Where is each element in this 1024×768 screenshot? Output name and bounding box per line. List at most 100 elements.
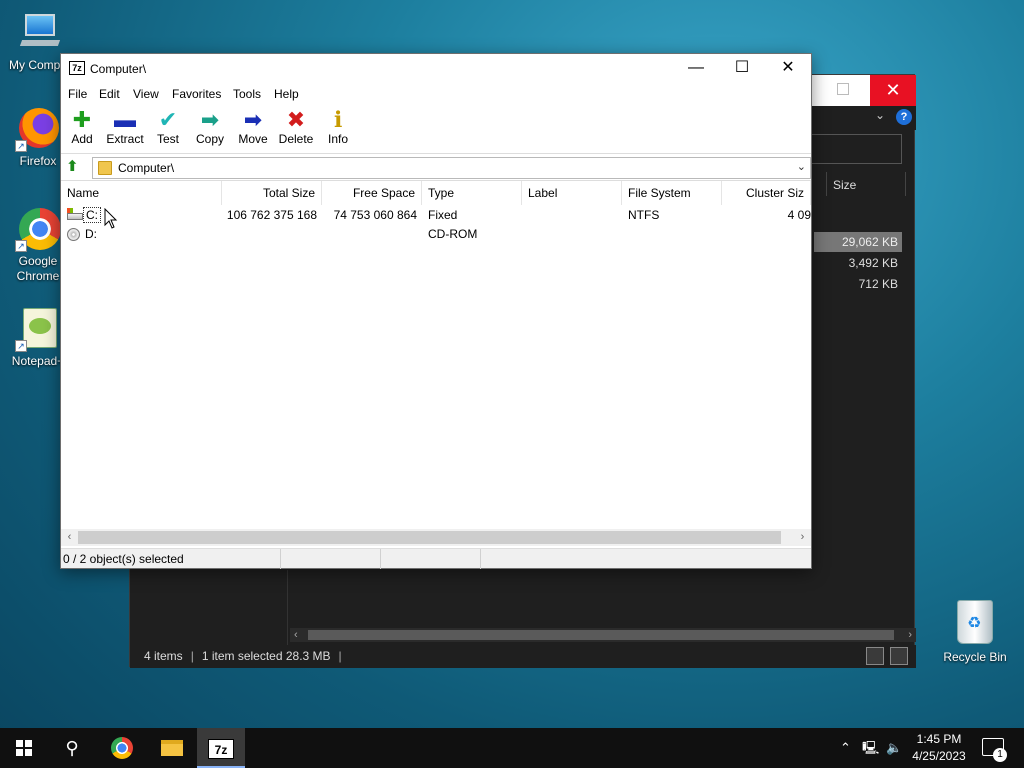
column-cluster-size[interactable]: Cluster Siz xyxy=(722,181,811,205)
table-row[interactable]: C: 106 762 375 168 74 753 060 864 Fixed … xyxy=(61,206,811,225)
info-icon: ℹ xyxy=(333,107,343,132)
scroll-left-icon[interactable]: ‹ xyxy=(61,529,78,546)
test-label: Test xyxy=(156,132,179,146)
cell-cluster-size: 4 09 xyxy=(787,208,811,222)
address-combobox[interactable]: Computer\ ⌄ xyxy=(92,157,811,179)
minimize-button[interactable]: — xyxy=(673,54,719,84)
menu-favorites[interactable]: Favorites xyxy=(172,87,221,101)
chevron-down-icon[interactable]: ⌄ xyxy=(797,160,806,173)
menu-file[interactable]: File xyxy=(68,87,87,101)
folder-up-icon[interactable]: ⬆ xyxy=(66,159,82,175)
scroll-thumb[interactable] xyxy=(78,531,781,544)
show-hidden-icons-icon[interactable]: ⌃ xyxy=(840,728,851,768)
hard-drive-icon xyxy=(67,208,83,220)
cell-total-size: 106 762 375 168 xyxy=(226,208,317,222)
bg-column-size[interactable]: Size xyxy=(826,172,906,196)
table-row[interactable]: D: CD-ROM xyxy=(61,225,811,244)
move-button[interactable]: ➡ Move xyxy=(236,107,270,147)
help-icon[interactable]: ? xyxy=(896,109,912,125)
scroll-right-icon[interactable]: › xyxy=(794,529,811,546)
move-icon: ➡ xyxy=(243,107,263,132)
menu-help[interactable]: Help xyxy=(274,87,299,101)
taskbar-chrome[interactable] xyxy=(98,728,146,768)
chevron-down-icon[interactable]: ⌄ xyxy=(875,108,885,122)
cell-name: C: xyxy=(83,206,101,225)
scroll-right-icon[interactable]: › xyxy=(908,628,912,642)
system-clock[interactable]: 1:45 PM 4/25/2023 xyxy=(906,731,972,765)
info-label: Info xyxy=(327,132,348,146)
bg-navigation-pane xyxy=(130,570,288,648)
cell-free-space: 74 753 060 864 xyxy=(333,208,417,222)
bg-size-cell[interactable]: 29,062 KB xyxy=(814,232,902,252)
notepadpp-icon: ↗ xyxy=(15,306,61,352)
file-explorer-icon xyxy=(161,740,183,756)
column-name[interactable]: Name xyxy=(61,181,222,205)
windows-logo-icon xyxy=(16,740,32,756)
address-bar-row: ⬆ Computer\ ⌄ xyxy=(61,155,811,181)
7zip-window[interactable]: 7z Computer\ — ☐ ✕ File Edit View Favori… xyxy=(60,53,812,569)
horizontal-scrollbar[interactable]: ‹ › xyxy=(61,529,811,546)
cell-type: CD-ROM xyxy=(428,227,478,241)
network-icon[interactable]: 🖳 xyxy=(862,728,879,768)
bg-status-selected: 1 item selected 28.3 MB xyxy=(201,649,331,663)
7zip-icon: 7z xyxy=(208,739,234,759)
test-button[interactable]: ✔ Test xyxy=(153,108,183,147)
menu-tools[interactable]: Tools xyxy=(233,87,261,101)
status-cell-empty xyxy=(381,549,481,569)
start-button[interactable] xyxy=(0,728,48,768)
bg-horizontal-scrollbar[interactable]: ‹ › xyxy=(290,628,916,642)
copy-icon: ➡ xyxy=(200,107,220,132)
details-view-icon[interactable] xyxy=(866,647,884,665)
bg-close-button[interactable]: ✕ xyxy=(870,75,916,106)
bg-size-cell[interactable]: 712 KB xyxy=(814,274,902,294)
chrome-icon: ↗ xyxy=(15,206,61,252)
status-bar: 0 / 2 object(s) selected xyxy=(61,548,811,569)
column-file-system[interactable]: File System xyxy=(622,181,722,205)
add-label: Add xyxy=(71,132,93,146)
notification-count-badge: 1 xyxy=(993,748,1007,762)
status-cell-empty xyxy=(281,549,381,569)
info-button[interactable]: ℹ Info xyxy=(325,107,351,147)
shortcut-arrow-icon: ↗ xyxy=(15,140,27,152)
clock-time: 1:45 PM xyxy=(916,732,962,746)
7zip-app-icon: 7z xyxy=(69,61,85,75)
titlebar[interactable]: 7z Computer\ — ☐ ✕ xyxy=(61,54,811,84)
desktop-icon-label: Recycle Bin xyxy=(943,650,1007,664)
extract-icon: ▬ xyxy=(114,107,136,132)
desktop-icon-recycle-bin[interactable]: Recycle Bin xyxy=(938,600,1012,664)
taskbar-file-explorer[interactable] xyxy=(148,728,196,768)
bg-search-box[interactable] xyxy=(812,134,902,164)
copy-label: Copy xyxy=(195,132,224,146)
cd-rom-icon xyxy=(67,228,80,241)
column-free-space[interactable]: Free Space xyxy=(322,181,422,205)
clock-date: 4/25/2023 xyxy=(912,749,966,763)
volume-icon[interactable]: 🔈 xyxy=(886,728,902,768)
address-text: Computer\ xyxy=(118,161,175,175)
window-title: Computer\ xyxy=(90,62,147,76)
column-type[interactable]: Type xyxy=(422,181,522,205)
delete-label: Delete xyxy=(278,132,314,146)
taskbar: ⚲ 7z ⌃ 🖳 🔈 1:45 PM 4/25/2023 1 xyxy=(0,728,1024,768)
delete-button[interactable]: ✖ Delete xyxy=(278,107,314,147)
chrome-icon xyxy=(111,737,133,759)
add-button[interactable]: ✚ Add xyxy=(67,108,97,147)
file-list[interactable]: Name Total Size Free Space Type Label Fi… xyxy=(61,181,811,531)
menu-view[interactable]: View xyxy=(133,87,159,101)
search-icon: ⚲ xyxy=(65,738,79,758)
bg-scroll-thumb[interactable] xyxy=(308,630,894,640)
column-label[interactable]: Label xyxy=(522,181,622,205)
maximize-button[interactable]: ☐ xyxy=(719,54,765,84)
large-icons-view-icon[interactable] xyxy=(890,647,908,665)
bg-size-cell[interactable]: 3,492 KB xyxy=(814,253,902,273)
maximize-icon[interactable] xyxy=(837,83,849,95)
menu-edit[interactable]: Edit xyxy=(99,87,120,101)
close-button[interactable]: ✕ xyxy=(765,54,811,84)
taskbar-7zip[interactable]: 7z xyxy=(197,728,245,768)
extract-button[interactable]: ▬ Extract xyxy=(105,107,145,147)
search-button[interactable]: ⚲ xyxy=(48,728,96,768)
delete-icon: ✖ xyxy=(286,107,306,132)
column-total-size[interactable]: Total Size xyxy=(222,181,322,205)
scroll-left-icon[interactable]: ‹ xyxy=(294,628,298,642)
copy-button[interactable]: ➡ Copy xyxy=(194,107,226,147)
shortcut-arrow-icon: ↗ xyxy=(15,340,27,352)
